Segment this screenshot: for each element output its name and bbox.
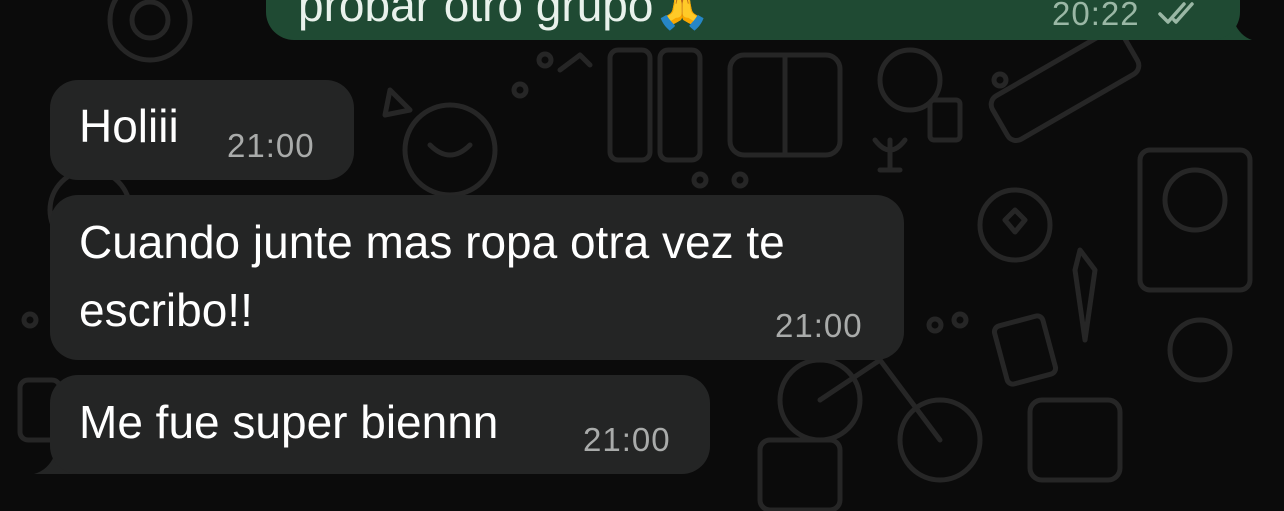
message-text: Holiii: [79, 100, 179, 152]
message-time: 21:00: [583, 421, 671, 458]
message-text-line-1: Cuando junte mas ropa otra vez te: [79, 216, 785, 268]
double-check-icon: [1158, 2, 1194, 24]
message-text-line-2: escribo!!: [79, 284, 253, 336]
message-text: probar otro grupo🙏: [298, 0, 711, 31]
message-time: 21:00: [227, 127, 315, 164]
message-bubble-outgoing[interactable]: probar otro grupo🙏 20:22: [266, 0, 1240, 40]
message-bubble-incoming[interactable]: Holiii 21:00: [50, 80, 354, 180]
message-text: Me fue super biennn: [79, 396, 499, 448]
message-time: 20:22: [1052, 0, 1140, 32]
message-time: 21:00: [775, 307, 863, 344]
message-bubble-incoming[interactable]: Cuando junte mas ropa otra vez te escrib…: [50, 195, 904, 360]
message-bubble-incoming[interactable]: Me fue super biennn 21:00: [50, 375, 710, 474]
